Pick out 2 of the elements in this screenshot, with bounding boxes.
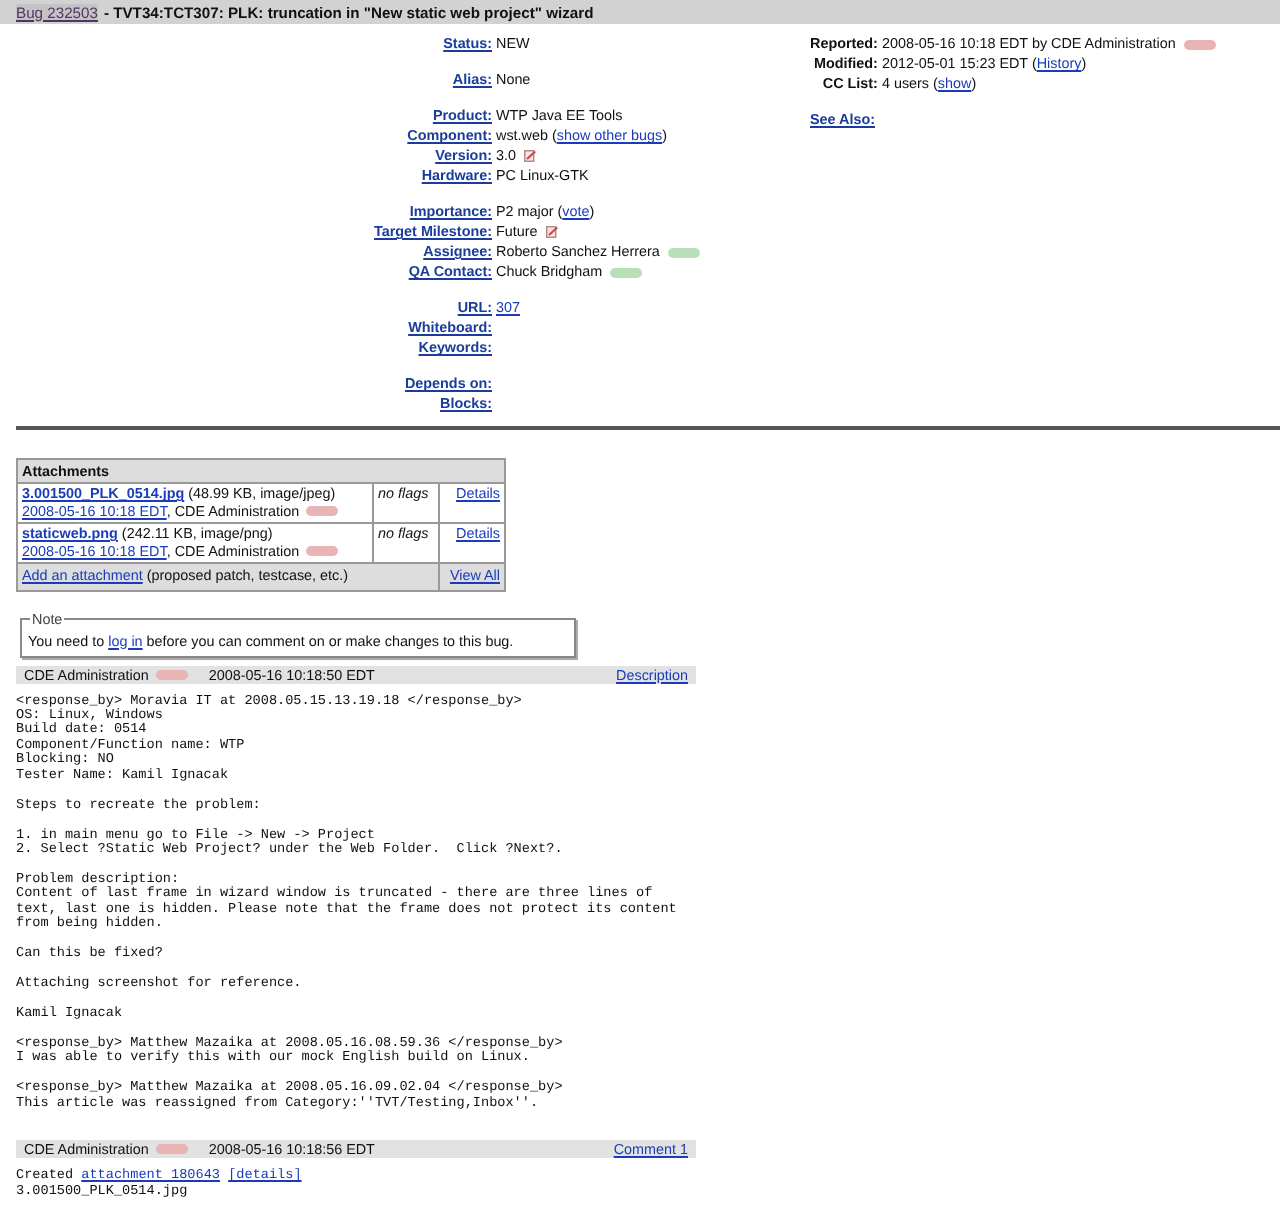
pencil-icon[interactable] [545,226,558,238]
pencil-icon[interactable] [524,150,536,162]
